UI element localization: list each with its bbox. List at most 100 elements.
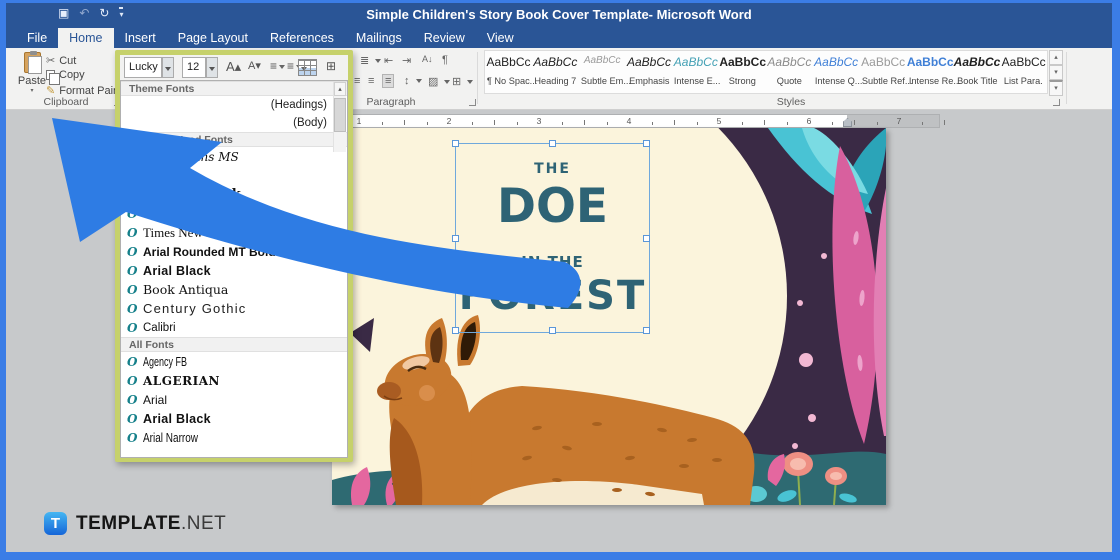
font-list-scroll-up-icon[interactable]: ▴ <box>334 82 346 96</box>
paste-button[interactable]: Paste ▾ <box>14 51 50 98</box>
grow-font-icon[interactable]: A▴ <box>226 59 241 75</box>
justify-button[interactable]: ≡ <box>382 74 395 88</box>
line-spacing-button[interactable]: ↕ <box>404 75 422 87</box>
paste-label: Paste <box>17 75 47 87</box>
style-chip-subtle-em-[interactable]: AaBbCc Subtle Em... <box>579 51 631 93</box>
style-chip-intense-q-[interactable]: AaBbCc Intense Q... <box>813 51 862 93</box>
font-item[interactable]: (Headings) <box>121 96 347 114</box>
font-item-arial-black[interactable]: O Arial Black <box>121 261 347 280</box>
style-chip-list-para-[interactable]: AaBbCc List Para. <box>1000 51 1047 93</box>
font-section-header: All Fonts <box>121 337 347 352</box>
textbox-selection[interactable] <box>452 140 650 334</box>
font-size-dropdown-icon[interactable] <box>206 57 218 78</box>
show-paragraph-marks-button[interactable]: ¶ <box>442 54 448 66</box>
style-chip-quote[interactable]: AaBbCc Quote <box>766 51 813 93</box>
style-preview: AaBbCc <box>533 55 578 69</box>
tab-insert[interactable]: Insert <box>114 28 167 48</box>
font-name-combobox[interactable]: Lucky <box>124 57 162 78</box>
font-item-calibri[interactable]: O Calibri <box>121 318 347 337</box>
table-grid-icon[interactable] <box>298 59 317 76</box>
tab-file[interactable]: File <box>16 28 58 48</box>
style-chip-book-title[interactable]: AaBbCc Book Title <box>954 51 1001 93</box>
styles-scroll-down-icon[interactable]: ▾ <box>1049 65 1063 80</box>
font-item-comic-sans-ms[interactable]: O Comic Sans MS <box>121 147 347 166</box>
tab-review[interactable]: Review <box>413 28 476 48</box>
borders-button[interactable]: ⊞ <box>452 75 473 88</box>
tab-mailings[interactable]: Mailings <box>345 28 413 48</box>
font-item-name: Century Gothic <box>143 301 247 316</box>
style-chip-intense-re-[interactable]: AaBbCc Intense Re... <box>907 51 961 93</box>
clipboard-icon <box>23 51 42 74</box>
font-item-name: Book Antiqua <box>143 282 229 297</box>
pilcrow-icon: ¶ <box>442 54 448 66</box>
borders-icon: ⊞ <box>452 76 462 88</box>
style-chip-strong[interactable]: AaBbCc Strong <box>719 51 766 93</box>
sort-button[interactable]: A↓ <box>422 54 433 64</box>
multilevel-list-icon: ≣ <box>360 55 370 67</box>
align-center-button[interactable]: ≡ <box>368 75 374 87</box>
style-preview: AaBbCc <box>767 55 812 69</box>
font-item-algerian[interactable]: O ALGERIAN <box>121 371 347 390</box>
resize-handle-sw[interactable] <box>452 327 459 334</box>
font-item-agency-fb[interactable]: O Agency FB <box>121 352 347 371</box>
font-item-arial-black[interactable]: O Arial Black <box>121 409 347 428</box>
tab-home[interactable]: Home <box>58 28 114 48</box>
align-left-button[interactable]: ≡ <box>354 75 360 87</box>
font-item-name: Arial Rounded MT Bold <box>143 244 276 259</box>
styles-more-icon[interactable]: ▾ <box>1049 80 1063 96</box>
font-item-century-gothic[interactable]: O Century Gothic <box>121 299 347 318</box>
cut-button[interactable]: ✂ Cut <box>46 54 76 68</box>
shading-button[interactable]: ▨ <box>428 75 450 88</box>
font-item[interactable]: O <box>121 204 347 223</box>
font-item-arial[interactable]: O Arial <box>121 390 347 409</box>
resize-handle-ne[interactable] <box>643 140 650 147</box>
copy-button[interactable]: Copy <box>46 69 85 85</box>
paste-dropdown-arrow-icon[interactable]: ▾ <box>14 87 50 94</box>
styles-gallery: AaBbCc ¶ No Spac... AaBbCc Heading 7 AaBbCc S… <box>484 50 1048 94</box>
styles-gallery-scrollbar: ▴ ▾ ▾ <box>1049 50 1063 96</box>
tab-references[interactable]: References <box>259 28 345 48</box>
tab-page-layout[interactable]: Page Layout <box>167 28 259 48</box>
styles-scroll-up-icon[interactable]: ▴ <box>1049 50 1063 65</box>
style-preview: AaBbCc <box>1001 55 1046 69</box>
align-center-icon: ≡ <box>368 75 375 87</box>
opentype-icon: O <box>127 430 138 445</box>
multilevel-list-button[interactable]: ≣ <box>360 54 381 67</box>
shrink-font-icon[interactable]: A▾ <box>248 59 261 72</box>
style-label: Subtle Ref... <box>861 76 913 87</box>
borders-grid-icon[interactable]: ⊞ <box>326 59 336 73</box>
font-list-scroll-thumb[interactable] <box>334 98 346 132</box>
font-item[interactable]: O <box>121 166 347 185</box>
paragraph-dialog-launcher[interactable] <box>469 99 476 106</box>
style-label: Intense Re... <box>908 76 961 87</box>
font-item[interactable]: (Body) <box>121 114 347 132</box>
font-item-cooper-black[interactable]: O Cooper Black <box>121 185 347 204</box>
increase-indent-button[interactable]: ⇥ <box>402 54 411 67</box>
tab-view[interactable]: View <box>476 28 525 48</box>
resize-handle-n[interactable] <box>549 140 556 147</box>
style-chip-subtle-ref-[interactable]: AaBbCc Subtle Ref... <box>860 51 913 93</box>
style-chip-heading-7[interactable]: AaBbCc Heading 7 <box>532 51 579 93</box>
font-item-times-new-roman[interactable]: O Times New Roman <box>121 223 347 242</box>
font-item-arial-rounded-mt-bold[interactable]: O Arial Rounded MT Bold <box>121 242 347 261</box>
opentype-icon: O <box>127 168 138 183</box>
font-list-scrollbar[interactable]: ▴ <box>333 82 346 152</box>
font-item-book-antiqua[interactable]: O Book Antiqua <box>121 280 347 299</box>
styles-dialog-launcher[interactable] <box>1053 99 1060 106</box>
style-chip-intense-e-[interactable]: AaBbCc Intense E... <box>672 51 721 93</box>
decrease-indent-button[interactable]: ⇤ <box>384 54 393 67</box>
bullets-icon[interactable]: ≡ <box>270 59 285 73</box>
resize-handle-w[interactable] <box>452 235 459 242</box>
resize-handle-se[interactable] <box>643 327 650 334</box>
resize-handle-e[interactable] <box>643 235 650 242</box>
style-label: Subtle Em... <box>580 76 631 87</box>
resize-handle-s[interactable] <box>549 327 556 334</box>
font-item-name: Agency FB <box>143 354 188 369</box>
style-chip--no-spac-[interactable]: AaBbCc ¶ No Spac... <box>485 51 537 93</box>
style-chip-emphasis[interactable]: AaBbCc Emphasis <box>626 51 673 93</box>
font-size-combobox[interactable]: 12 <box>182 57 206 78</box>
style-label: Heading 7 <box>534 76 577 87</box>
font-name-dropdown-icon[interactable] <box>162 57 174 78</box>
font-item-arial-narrow[interactable]: O Arial Narrow <box>121 428 347 447</box>
resize-handle-nw[interactable] <box>452 140 459 147</box>
